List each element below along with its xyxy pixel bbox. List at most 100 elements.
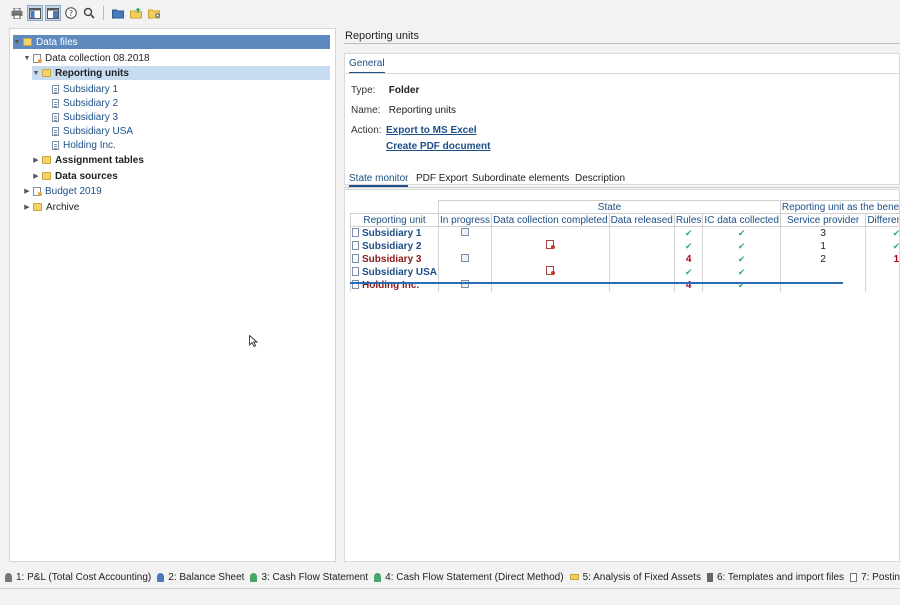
check-icon: ✔ xyxy=(737,279,746,290)
template-icon xyxy=(706,572,713,582)
rules-value: ✔ xyxy=(684,240,693,251)
subtab-divider xyxy=(344,187,900,188)
unit-name: Subsidiary 3 xyxy=(362,253,422,265)
cell-reporting-unit[interactable]: Subsidiary USA xyxy=(349,265,440,279)
expand-toggle-icon[interactable]: ▼ xyxy=(13,39,21,46)
column-header-differences[interactable]: Differences xyxy=(865,213,899,227)
tree-node-budget-2019[interactable]: ▶ Budget 2019 xyxy=(23,184,102,198)
cell-data-collection-completed xyxy=(491,265,610,279)
differences-value: ✔ xyxy=(892,240,900,251)
tree-node-label: Assignment tables xyxy=(55,154,144,166)
tree-node-assignment-tables[interactable]: ▶ Assignment tables xyxy=(32,153,144,167)
tree-node-subsidiary-usa[interactable]: Subsidiary USA xyxy=(50,124,133,138)
folder-icon xyxy=(42,156,51,164)
cell-reporting-unit[interactable]: Subsidiary 1 xyxy=(349,226,440,240)
folder-icon xyxy=(23,38,32,46)
cell-in-progress xyxy=(438,252,493,266)
table-row[interactable]: Subsidiary 2 ✔ ✔ 1 ✔ xyxy=(349,239,900,253)
tree-node-subsidiary-3[interactable]: Subsidiary 3 xyxy=(50,110,118,124)
create-pdf-link[interactable]: Create PDF document xyxy=(386,141,490,152)
toolbar-separator xyxy=(103,6,104,20)
cell-data-collection-completed xyxy=(491,239,610,253)
tab-subordinate-elements[interactable]: Subordinate elements xyxy=(472,173,569,184)
tab-general[interactable]: General xyxy=(349,58,385,74)
document-icon xyxy=(352,227,359,237)
service-provider-value: 3 xyxy=(820,227,826,239)
bottom-tab-bar: 1: P&L (Total Cost Accounting) 2: Balance… xyxy=(0,567,900,587)
print-icon[interactable] xyxy=(9,5,25,21)
tree-node-reporting-units[interactable]: ▼ Reporting units xyxy=(32,66,330,80)
tree-node-data-files[interactable]: ▼ Data files xyxy=(13,35,330,49)
bottom-tab-3[interactable]: 3: Cash Flow Statement xyxy=(250,572,368,583)
cell-reporting-unit[interactable]: Subsidiary 3 xyxy=(349,252,440,266)
tab-description[interactable]: Description xyxy=(575,173,625,184)
cell-reporting-unit[interactable]: Holding Inc. xyxy=(349,278,440,292)
row-focus-underline xyxy=(350,282,843,284)
cell-service-provider: 2 xyxy=(779,252,867,266)
column-header-rules[interactable]: Rules xyxy=(673,213,704,227)
check-icon: ✔ xyxy=(737,227,746,238)
column-header-reporting-unit[interactable]: Reporting unit xyxy=(349,213,440,227)
open-folder-icon[interactable] xyxy=(110,5,126,21)
column-header-service-provider[interactable]: Service provider xyxy=(779,213,867,227)
expand-toggle-icon[interactable]: ▼ xyxy=(23,55,31,62)
expand-toggle-icon[interactable]: ▶ xyxy=(32,172,40,180)
expand-toggle-icon[interactable]: ▼ xyxy=(32,70,40,77)
expand-toggle-icon[interactable]: ▶ xyxy=(23,187,31,195)
tree-node-holding-inc[interactable]: Holding Inc. xyxy=(50,138,116,152)
bottom-tab-7[interactable]: 7: Postings xyxy=(850,572,900,583)
bottom-tab-6[interactable]: 6: Templates and import files xyxy=(706,572,844,583)
cell-in-progress xyxy=(438,265,493,279)
expand-toggle-icon[interactable]: ▶ xyxy=(32,156,40,164)
folder-settings-icon[interactable] xyxy=(146,5,162,21)
column-header-data-collection-completed[interactable]: Data collection completed xyxy=(491,213,610,227)
unit-name: Subsidiary 2 xyxy=(362,240,422,252)
cell-rules: ✔ xyxy=(673,239,704,253)
layout-left-icon[interactable] xyxy=(27,5,43,21)
tab-pdf-export[interactable]: PDF Export xyxy=(416,173,468,184)
column-header-in-progress[interactable]: In progress xyxy=(438,213,493,227)
svg-text:?: ? xyxy=(69,9,73,18)
tree-node-label: Budget 2019 xyxy=(45,185,102,197)
header-group-beneficiary: Reporting unit as the beneficiary xyxy=(779,200,899,214)
table-row[interactable]: Subsidiary USA ✔ ✔ xyxy=(349,265,899,279)
cell-reporting-unit[interactable]: Subsidiary 2 xyxy=(349,239,440,253)
bottom-tab-2[interactable]: 2: Balance Sheet xyxy=(157,572,244,583)
document-icon xyxy=(352,240,359,250)
tree-node-label: Archive xyxy=(46,201,80,213)
asset-icon xyxy=(569,574,579,580)
tree-node-data-sources[interactable]: ▶ Data sources xyxy=(32,169,118,183)
bottom-tab-4[interactable]: 4: Cash Flow Statement (Direct Method) xyxy=(374,572,564,583)
table-row[interactable]: Subsidiary 3 4 ✔ 2 1 xyxy=(349,252,899,266)
tab-state-monitor[interactable]: State monitor xyxy=(349,173,409,187)
cell-data-collection-completed xyxy=(491,278,610,292)
expand-toggle-icon[interactable]: ▶ xyxy=(23,203,31,211)
bottom-tab-1[interactable]: 1: P&L (Total Cost Accounting) xyxy=(5,572,151,583)
tree-node-archive[interactable]: ▶ Archive xyxy=(23,200,79,214)
column-header-data-released[interactable]: Data released xyxy=(608,213,675,227)
help-icon[interactable]: ? xyxy=(63,5,79,21)
cell-service-provider: 1 xyxy=(779,239,867,253)
export-folder-icon[interactable] xyxy=(128,5,144,21)
column-header-ic-data-collected[interactable]: IC data collected xyxy=(702,213,781,227)
tree-node-label: Data collection 08.2018 xyxy=(45,52,150,64)
detail-panel: Reporting units General Type: Folder Nam… xyxy=(344,28,900,562)
table-row[interactable]: Subsidiary 1 ✔ ✔ 3 ✔ xyxy=(349,226,899,240)
layout-right-icon[interactable] xyxy=(45,5,61,21)
tree-node-subsidiary-2[interactable]: Subsidiary 2 xyxy=(50,96,118,110)
search-icon[interactable] xyxy=(81,5,97,21)
tree-node-data-collection[interactable]: ▼ Data collection 08.2018 xyxy=(23,51,150,65)
tree-node-subsidiary-1[interactable]: Subsidiary 1 xyxy=(50,82,118,96)
document-icon xyxy=(352,266,359,276)
document-icon xyxy=(52,140,59,150)
export-excel-link[interactable]: Export to MS Excel xyxy=(386,125,477,136)
person-blue-icon xyxy=(157,572,165,582)
folder-icon xyxy=(42,69,51,77)
check-icon: ✔ xyxy=(737,240,746,251)
document-icon xyxy=(52,98,59,108)
table-row[interactable]: Holding Inc. 4 ✔ xyxy=(349,278,899,292)
action-label: Action: xyxy=(351,125,382,136)
bottom-tab-label: 5: Analysis of Fixed Assets xyxy=(582,571,701,583)
cell-data-collection-completed xyxy=(491,226,610,240)
bottom-tab-5[interactable]: 5: Analysis of Fixed Assets xyxy=(569,571,701,583)
